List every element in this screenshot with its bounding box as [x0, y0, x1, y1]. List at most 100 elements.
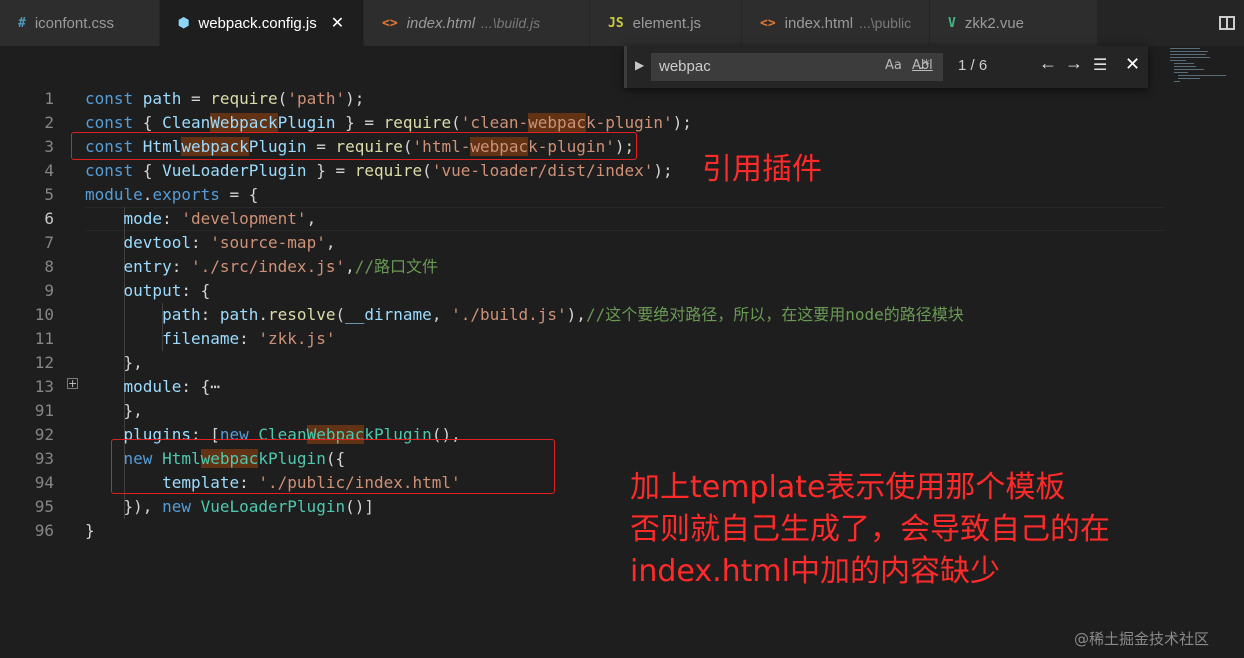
line-number: 3	[44, 137, 54, 156]
code-token: .	[142, 185, 153, 204]
code-text: const { VueLoaderPlugin } = require('vue…	[85, 159, 673, 183]
code-token: :	[190, 233, 211, 252]
code-token: ,	[345, 257, 355, 276]
code-line[interactable]: 9 output: {	[0, 279, 1180, 303]
code-token: :	[162, 209, 182, 228]
code-line[interactable]: 10 path: path.resolve(__dirname, './buil…	[0, 303, 1180, 327]
code-token: } =	[306, 161, 355, 180]
code-token: mode	[123, 209, 163, 228]
file-type-icon: ⬢	[178, 15, 190, 31]
code-token: __dirname	[345, 305, 432, 324]
code-line[interactable]: 11 filename: 'zkk.js'	[0, 327, 1180, 351]
code-text: }), new VueLoaderPlugin()]	[85, 495, 374, 519]
tab-index-html[interactable]: <> index.html ...\build.js	[364, 0, 590, 46]
code-text: output: {	[85, 279, 211, 303]
annotation-box-import	[71, 132, 637, 160]
code-token: 'development'	[181, 209, 307, 228]
tab-iconfont-css[interactable]: # iconfont.css	[0, 0, 160, 46]
code-token: : {	[181, 281, 211, 300]
annotation-import-note: 引用插件	[702, 152, 822, 187]
tab-index-html[interactable]: <> index.html ...\public	[742, 0, 930, 46]
code-token: (	[335, 305, 346, 324]
code-token: module	[123, 377, 182, 396]
regex-button[interactable]: .*	[919, 58, 930, 73]
tab-label: webpack.config.js	[198, 14, 317, 32]
code-line[interactable]: 13 module: {⋯	[0, 375, 1180, 399]
code-token: {	[142, 113, 163, 132]
code-editor[interactable]: + 1 const path = require('path'); 2 const {…	[0, 86, 1244, 658]
code-text: const path = require('path');	[85, 87, 364, 111]
code-token: './src/index.js'	[190, 257, 346, 276]
line-number: 5	[44, 185, 54, 204]
tab-label: iconfont.css	[34, 14, 115, 32]
code-line[interactable]: 4 const { VueLoaderPlugin } = require('vu…	[0, 159, 1180, 183]
code-token: ()]	[345, 497, 374, 516]
tab-element-js[interactable]: JS element.js	[590, 0, 742, 46]
line-number: 7	[44, 233, 54, 252]
code-token: (	[277, 89, 288, 108]
line-number: 92	[34, 425, 54, 444]
find-in-selection-icon[interactable]: ☰	[1093, 55, 1107, 75]
annotation-template-note-line3: index.html中加的内容缺少	[630, 554, 1000, 589]
close-tab-icon[interactable]: ✕	[331, 13, 344, 33]
code-line[interactable]: 91 },	[0, 399, 1180, 423]
annotation-template-note-line1: 加上template表示使用那个模板	[630, 470, 1066, 505]
code-token: filename	[162, 329, 240, 348]
code-token: ,	[325, 233, 336, 252]
toggle-replace-icon[interactable]: ▶	[635, 58, 644, 72]
tab-webpack-config-js[interactable]: ⬢ webpack.config.js ✕	[160, 0, 364, 46]
tab-label: element.js	[632, 14, 702, 32]
tab-label: index.html	[784, 14, 854, 32]
code-text: filename: 'zkk.js'	[85, 327, 335, 351]
code-token: ,	[306, 209, 317, 228]
previous-match-button[interactable]: ←	[1039, 53, 1057, 74]
line-number: 6	[44, 209, 54, 228]
code-token: VueLoaderPlugin	[200, 497, 346, 516]
code-line[interactable]: 12 },	[0, 351, 1180, 375]
code-line[interactable]: 8 entry: './src/index.js',//路口文件	[0, 255, 1180, 279]
line-number: 9	[44, 281, 54, 300]
search-match-highlight: Webpack	[210, 113, 278, 132]
code-line[interactable]: 7 devtool: 'source-map',	[0, 231, 1180, 255]
code-token: const	[85, 161, 143, 180]
code-token: output	[123, 281, 182, 300]
tab-zkk2-vue[interactable]: Vzkk2.vue	[930, 0, 1098, 46]
code-token: = {	[219, 185, 259, 204]
split-editor-button[interactable]	[1210, 0, 1244, 46]
code-token: },	[85, 401, 143, 420]
close-find-button[interactable]: ✕	[1125, 54, 1140, 75]
code-token: VueLoaderPlugin	[162, 161, 307, 180]
tab-path: ...\build.js	[481, 15, 541, 31]
annotation-box-template	[111, 439, 555, 494]
code-line[interactable]: 5 module.exports = {	[0, 183, 1180, 207]
next-match-button[interactable]: →	[1065, 53, 1083, 74]
find-input[interactable]: webpac Aa Abl	[651, 53, 943, 81]
code-token: ),	[566, 305, 586, 324]
code-text: path: path.resolve(__dirname, './build.j…	[85, 303, 964, 327]
code-token: );	[653, 161, 673, 180]
code-token: require	[354, 161, 423, 180]
code-line[interactable]: 6 mode: 'development',	[0, 207, 1180, 231]
code-token: :	[239, 329, 259, 348]
code-token: 'source-map'	[210, 233, 326, 252]
code-token: exports	[152, 185, 220, 204]
code-token: );	[345, 89, 365, 108]
file-type-icon: V	[948, 15, 956, 31]
code-token: devtool	[123, 233, 191, 252]
code-text: }	[85, 519, 95, 543]
code-token: path	[142, 89, 182, 108]
code-token: :	[171, 257, 191, 276]
file-type-icon: <>	[760, 15, 776, 31]
code-token: }	[85, 521, 95, 540]
line-number: 8	[44, 257, 54, 276]
watermark: @稀土掘金技术社区	[1074, 630, 1210, 648]
line-number: 10	[34, 305, 54, 324]
line-number: 96	[34, 521, 54, 540]
code-token: require	[210, 89, 278, 108]
code-line[interactable]: 1 const path = require('path');	[0, 87, 1180, 111]
match-case-button[interactable]: Aa	[885, 58, 902, 73]
